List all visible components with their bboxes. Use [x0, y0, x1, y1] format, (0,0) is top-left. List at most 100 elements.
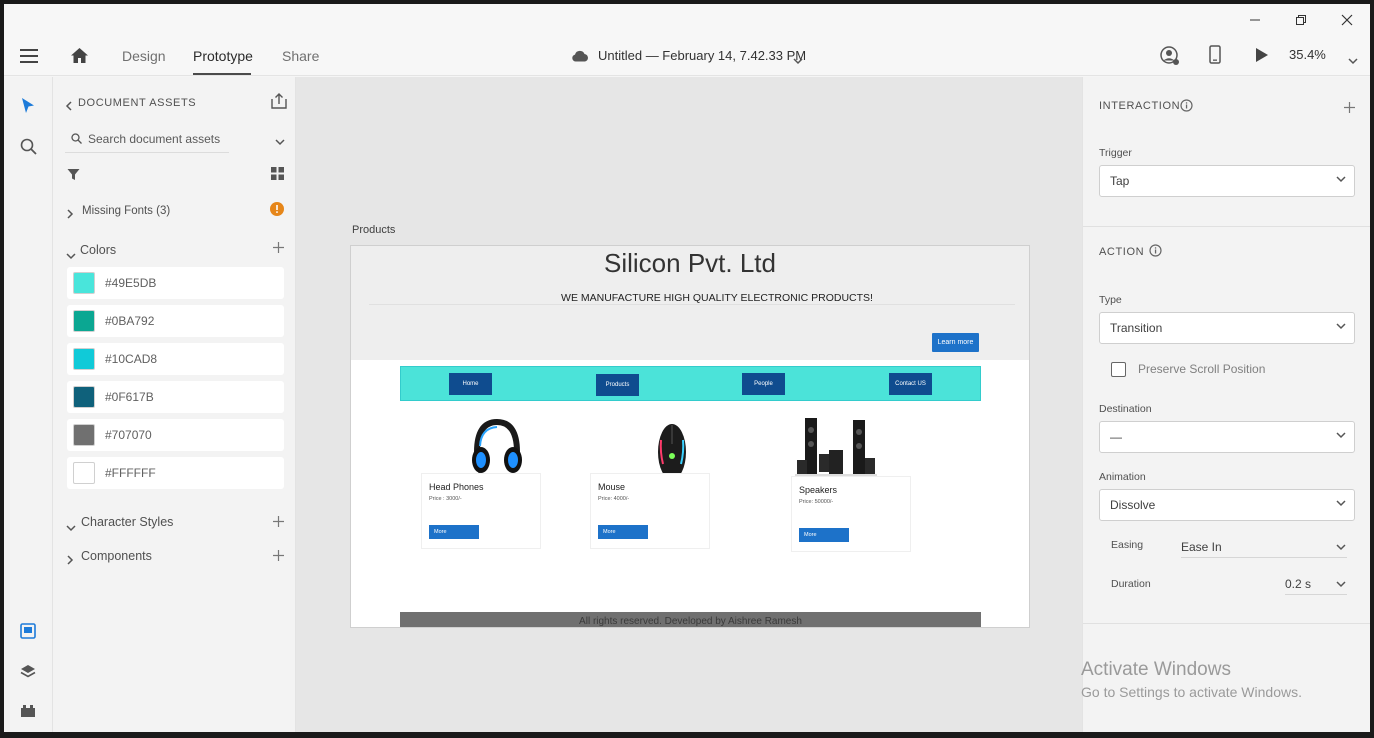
- active-tab-indicator: [193, 73, 251, 75]
- nav-people-button[interactable]: People: [742, 373, 785, 395]
- user-icon[interactable]: [1160, 46, 1180, 71]
- home-icon: [71, 48, 88, 63]
- section-divider: [1083, 623, 1370, 624]
- grid-view-button[interactable]: [271, 167, 284, 185]
- color-swatch-row[interactable]: #FFFFFF: [67, 457, 284, 489]
- more-button[interactable]: More: [429, 525, 479, 539]
- assets-panel-button[interactable]: [20, 623, 36, 644]
- play-icon[interactable]: [1255, 47, 1269, 68]
- color-swatch: [73, 462, 95, 484]
- search-options-chevron-icon[interactable]: [275, 133, 285, 151]
- site-navbar: Home Products People Contact US: [400, 366, 981, 401]
- activate-windows-title: Activate Windows: [1081, 659, 1231, 680]
- color-hex-label: #707070: [105, 428, 152, 442]
- add-component-button[interactable]: [273, 548, 284, 566]
- learn-more-button[interactable]: Learn more: [932, 333, 979, 352]
- tab-design[interactable]: Design: [122, 48, 166, 64]
- info-icon[interactable]: [1180, 99, 1193, 117]
- color-swatch-row[interactable]: #0F617B: [67, 381, 284, 413]
- home-button[interactable]: [70, 47, 89, 69]
- zoom-chevron-down-icon[interactable]: [1348, 52, 1358, 70]
- plus-icon: [1344, 102, 1355, 113]
- easing-value: Ease In: [1181, 540, 1222, 554]
- export-assets-button[interactable]: [271, 93, 287, 114]
- more-button[interactable]: More: [598, 525, 648, 539]
- color-swatch-row[interactable]: #10CAD8: [67, 343, 284, 375]
- collapse-chevron-icon[interactable]: [66, 519, 76, 537]
- close-button[interactable]: [1324, 4, 1370, 36]
- color-swatch-row[interactable]: #49E5DB: [67, 267, 284, 299]
- duration-value: 0.2 s: [1285, 577, 1312, 591]
- select-tool-button[interactable]: [21, 97, 35, 119]
- duration-label: Duration: [1111, 578, 1151, 590]
- color-hex-label: #10CAD8: [105, 352, 158, 366]
- design-canvas[interactable]: Products Silicon Pvt. Ltd WE MANUFACTURE…: [296, 77, 1082, 732]
- tool-rail: [4, 77, 53, 732]
- trigger-dropdown[interactable]: Tap: [1099, 165, 1355, 197]
- duration-dropdown[interactable]: 0.2 s: [1285, 569, 1347, 595]
- interaction-title: INTERACTION: [1099, 100, 1181, 112]
- info-icon[interactable]: [1149, 244, 1162, 262]
- type-value: Transition: [1110, 321, 1163, 335]
- cloud-icon: [571, 49, 589, 67]
- destination-dropdown[interactable]: —: [1099, 421, 1355, 453]
- color-swatch: [73, 424, 95, 446]
- expand-chevron-icon[interactable]: [67, 552, 74, 570]
- device-preview-icon[interactable]: [1209, 45, 1221, 70]
- animation-value: Dissolve: [1110, 498, 1156, 512]
- plugins-panel-button[interactable]: [20, 704, 36, 723]
- site-title: Silicon Pvt. Ltd: [604, 248, 776, 278]
- title-bar: [4, 4, 1370, 36]
- easing-dropdown[interactable]: Ease In: [1181, 532, 1347, 558]
- more-button[interactable]: More: [799, 528, 849, 542]
- hamburger-menu-button[interactable]: [20, 48, 38, 69]
- plus-icon: [273, 516, 284, 527]
- chevron-down-icon: [1336, 544, 1346, 551]
- zoom-level[interactable]: 35.4%: [1289, 47, 1326, 62]
- add-color-button[interactable]: [273, 240, 284, 258]
- add-interaction-button[interactable]: [1344, 100, 1355, 118]
- trigger-label: Trigger: [1099, 147, 1132, 159]
- chevron-down-icon: [1336, 432, 1346, 439]
- color-swatch: [73, 310, 95, 332]
- chevron-down-icon: [1336, 581, 1346, 588]
- chevron-down-icon[interactable]: [793, 52, 803, 70]
- color-swatch-row[interactable]: #0BA792: [67, 305, 284, 337]
- back-chevron-icon[interactable]: [65, 98, 72, 116]
- maximize-button[interactable]: [1278, 4, 1324, 36]
- minimize-button[interactable]: [1232, 4, 1278, 36]
- search-icon: [20, 138, 37, 155]
- nav-products-button[interactable]: Products: [596, 374, 639, 396]
- site-subtitle: WE MANUFACTURE HIGH QUALITY ELECTRONIC P…: [561, 292, 873, 304]
- product-price: Price : 3000/-: [429, 496, 462, 502]
- app-bar: Design Prototype Share Untitled — Februa…: [4, 36, 1370, 76]
- nav-contact-button[interactable]: Contact US: [889, 373, 932, 395]
- zoom-tool-button[interactable]: [20, 138, 37, 160]
- hero-divider: [369, 304, 1015, 305]
- animation-dropdown[interactable]: Dissolve: [1099, 489, 1355, 521]
- product-name: Speakers: [799, 485, 838, 495]
- tab-prototype[interactable]: Prototype: [193, 48, 253, 64]
- layers-panel-button[interactable]: [20, 664, 36, 685]
- section-divider: [1083, 226, 1370, 227]
- search-assets-field[interactable]: Search document assets: [65, 127, 229, 153]
- artboard-label[interactable]: Products: [352, 224, 395, 236]
- search-placeholder: Search document assets: [88, 132, 221, 146]
- missing-fonts-label[interactable]: Missing Fonts (3): [82, 205, 170, 217]
- components-title: Components: [81, 549, 152, 563]
- collapse-chevron-icon[interactable]: [66, 247, 76, 265]
- document-title[interactable]: Untitled — February 14, 7.42.33 PM: [598, 48, 806, 63]
- type-dropdown[interactable]: Transition: [1099, 312, 1355, 344]
- nav-home-button[interactable]: Home: [449, 373, 492, 395]
- plugin-icon: [21, 705, 35, 717]
- filter-button[interactable]: [67, 168, 80, 186]
- preserve-scroll-checkbox[interactable]: [1111, 362, 1126, 377]
- artboard[interactable]: Silicon Pvt. Ltd WE MANUFACTURE HIGH QUA…: [350, 245, 1030, 628]
- add-character-style-button[interactable]: [273, 514, 284, 532]
- plus-icon: [273, 550, 284, 561]
- expand-chevron-icon[interactable]: [67, 206, 74, 224]
- prototype-properties-panel: INTERACTION Trigger Tap ACTION Type Tran…: [1082, 77, 1370, 732]
- tab-share[interactable]: Share: [282, 48, 319, 64]
- preserve-scroll-label: Preserve Scroll Position: [1138, 362, 1266, 376]
- color-swatch-row[interactable]: #707070: [67, 419, 284, 451]
